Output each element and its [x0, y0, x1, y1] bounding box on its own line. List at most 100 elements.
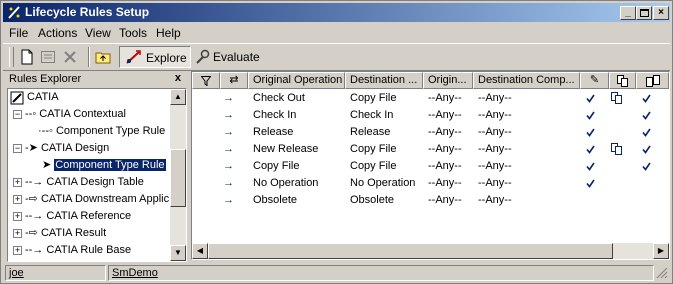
tree-node-component-type-rule[interactable]: ·--◦ Component Type Rule — [38, 123, 165, 139]
table-row[interactable]: → No Operation No Operation --Any-- --Any-- — [192, 175, 669, 192]
destination-header[interactable]: Destination ... — [345, 72, 423, 89]
tree-node-catia-downstream[interactable]: -⇨ CATIA Downstream Applic — [25, 191, 169, 207]
status-database: SmDemo — [108, 265, 654, 281]
rules-tree: CATIA − --◦ CATIA Contextual ·--◦ Compon… — [7, 88, 187, 262]
up-folder-icon[interactable] — [95, 49, 111, 65]
tree-root-catia[interactable]: CATIA — [27, 89, 59, 105]
tree-node-label: Component Type Rule — [55, 125, 166, 137]
expand-icon[interactable]: + — [13, 229, 22, 238]
compare-documents-icon — [645, 75, 660, 87]
destination-comp-header[interactable]: Destination Comp... — [473, 72, 580, 89]
destination-cell: Copy File — [350, 92, 397, 104]
original-operation-cell: Obsolete — [253, 194, 298, 206]
window-title: Lifecycle Rules Setup — [25, 5, 150, 19]
origin-header[interactable]: Origin... — [423, 72, 473, 89]
tree-node-catia-design-table[interactable]: --→ CATIA Design Table — [25, 174, 144, 190]
close-button[interactable]: × — [653, 6, 669, 20]
direction-column-header[interactable]: ⇄ — [220, 72, 248, 89]
edit-rule-icon: ✎ — [589, 74, 600, 86]
direction-arrow-icon: → — [223, 194, 234, 206]
origin-cell: --Any-- — [428, 160, 462, 172]
collapse-icon[interactable]: − — [13, 144, 22, 153]
original-operation-cell: No Operation — [253, 177, 319, 189]
original-operation-cell: New Release — [253, 143, 319, 155]
checkmark-icon — [586, 145, 595, 154]
copy-icon — [617, 75, 628, 87]
menu-file[interactable]: File — [9, 26, 28, 40]
close-panel-icon[interactable]: x — [175, 72, 181, 84]
menu-actions[interactable]: Actions — [38, 26, 77, 40]
filter-icon — [200, 76, 212, 87]
explore-label: Explore — [146, 51, 187, 65]
scroll-right-button[interactable]: ▶ — [653, 243, 669, 259]
maximize-button[interactable] — [636, 6, 652, 20]
properties-icon[interactable] — [40, 49, 56, 65]
resize-grip-icon[interactable] — [656, 267, 668, 279]
tree-node-label: CATIA Rule Base — [46, 244, 132, 256]
tree-node-catia-rule-base[interactable]: --→ CATIA Rule Base — [25, 242, 131, 258]
table-row[interactable]: → Obsolete Obsolete --Any-- --Any-- — [192, 192, 669, 209]
destination-cell: No Operation — [350, 177, 416, 189]
destination-comp-cell: --Any-- — [478, 177, 512, 189]
rule-arrow-icon: -⇨ — [25, 193, 41, 205]
table-row[interactable]: → Release Release --Any-- --Any-- — [192, 124, 669, 141]
table-row[interactable]: → Check In Check In --Any-- --Any-- — [192, 107, 669, 124]
grid-horizontal-scrollbar[interactable]: ◀ ▶ — [192, 243, 669, 259]
checkmark-icon — [642, 111, 651, 120]
menu-view[interactable]: View — [85, 26, 111, 40]
tree-node-catia-result[interactable]: -⇨ CATIA Result — [25, 225, 106, 241]
menu-help[interactable]: Help — [156, 26, 181, 40]
scroll-up-button[interactable]: ▲ — [170, 89, 186, 105]
scroll-thumb[interactable] — [170, 149, 186, 207]
expand-icon[interactable]: + — [13, 246, 22, 255]
menu-tools[interactable]: Tools — [119, 26, 147, 40]
scroll-left-button[interactable]: ◀ — [192, 243, 208, 259]
toolbar-grip[interactable] — [9, 47, 14, 67]
tree-node-label: CATIA Design — [40, 142, 110, 154]
swap-arrows-icon: ⇄ — [229, 74, 239, 86]
direction-arrow-icon: → — [223, 143, 234, 155]
flag-column-header-3[interactable] — [636, 72, 669, 89]
horizontal-scroll-thumb[interactable] — [208, 243, 613, 259]
rule-arrow-icon: -⇨ — [25, 227, 41, 239]
minimize-button[interactable]: _ — [620, 6, 636, 20]
table-row[interactable]: → Check Out Copy File --Any-- --Any-- — [192, 90, 669, 107]
expand-icon[interactable]: + — [13, 195, 22, 204]
checkmark-icon — [642, 145, 651, 154]
copy-flag-icon — [611, 143, 622, 155]
tree-node-catia-design[interactable]: -➤ CATIA Design — [25, 140, 109, 156]
expand-icon[interactable]: + — [13, 212, 22, 221]
origin-cell: --Any-- — [428, 143, 462, 155]
title-bar[interactable]: Lifecycle Rules Setup _ × — [3, 3, 670, 22]
explore-button[interactable]: Explore — [119, 46, 191, 68]
tree-node-component-type-rule-design[interactable]: ➤ Component Type Rule — [42, 157, 166, 173]
tree-node-catia-contextual[interactable]: --◦ CATIA Contextual — [25, 106, 126, 122]
tree-vertical-scrollbar[interactable]: ▲ ▼ — [170, 89, 186, 261]
table-row[interactable]: → Copy File Copy File --Any-- --Any-- — [192, 158, 669, 175]
toolbar-separator — [88, 47, 90, 67]
origin-cell: --Any-- — [428, 92, 462, 104]
catia-root-icon — [10, 91, 24, 105]
evaluate-button[interactable]: Evaluate — [194, 46, 264, 68]
tree-node-catia-reference[interactable]: --→ CATIA Reference — [25, 208, 131, 224]
delete-icon[interactable] — [62, 49, 78, 65]
table-row[interactable]: → New Release Copy File --Any-- --Any-- — [192, 141, 669, 158]
original-operation-header[interactable]: Original Operation — [248, 72, 345, 89]
checkmark-icon — [586, 111, 595, 120]
expand-icon[interactable]: + — [13, 178, 22, 187]
scroll-down-icon: ▼ — [174, 248, 182, 257]
scroll-up-icon: ▲ — [174, 92, 182, 101]
destination-comp-cell: --Any-- — [478, 160, 512, 172]
rule-arrow-icon: --→ — [25, 210, 47, 222]
filter-column-header[interactable] — [192, 72, 220, 89]
flag-column-header-1[interactable]: ✎ — [580, 72, 609, 89]
selected-tree-node-label: Component Type Rule — [54, 159, 166, 171]
collapse-icon[interactable]: − — [13, 110, 22, 119]
rule-arrow-icon: ➤ — [42, 159, 55, 171]
destination-comp-cell: --Any-- — [478, 92, 512, 104]
application-window: Lifecycle Rules Setup _ × File Actions V… — [0, 0, 673, 284]
direction-arrow-icon: → — [223, 126, 234, 138]
scroll-down-button[interactable]: ▼ — [170, 245, 186, 261]
new-document-icon[interactable] — [19, 49, 35, 65]
flag-column-header-2[interactable] — [609, 72, 636, 89]
